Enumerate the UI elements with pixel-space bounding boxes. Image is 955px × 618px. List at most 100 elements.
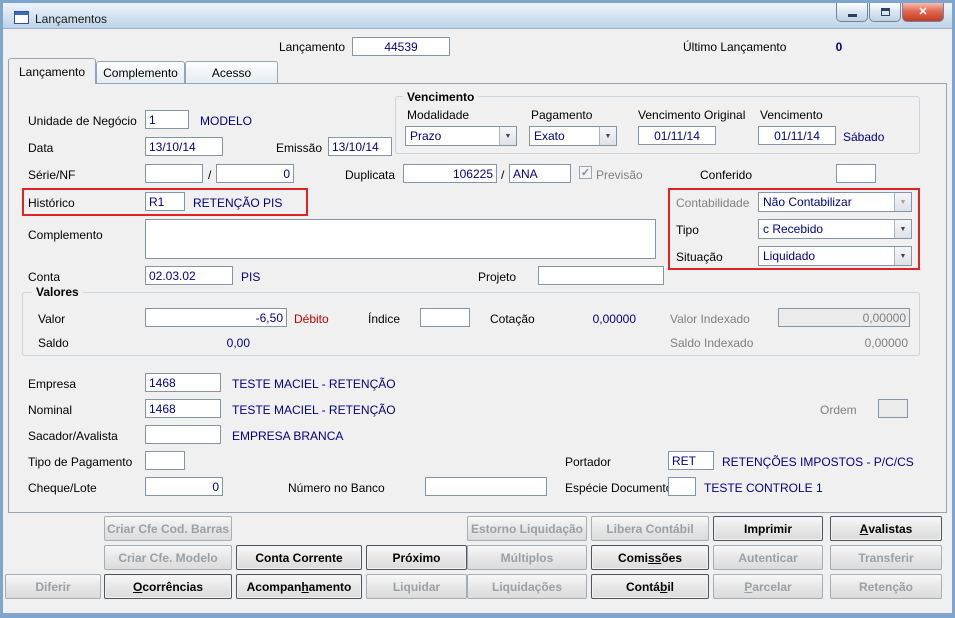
chevron-down-icon[interactable]: ▼: [499, 127, 516, 145]
unidade-negocio-input[interactable]: [145, 110, 189, 129]
vencimento-original-label: Vencimento Original: [638, 108, 746, 122]
button-transferir: Transferir: [830, 545, 942, 570]
saldo-label: Saldo: [38, 336, 69, 350]
cotacao-label: Cotação: [490, 312, 535, 326]
especie-documento-input[interactable]: [668, 477, 696, 496]
sacador-avalista-input[interactable]: [145, 425, 221, 444]
numero-banco-input[interactable]: [425, 477, 547, 496]
duplicata-suffix-input[interactable]: [509, 164, 571, 183]
portador-input[interactable]: [668, 451, 714, 470]
saldo-indexado-value: 0,00000: [864, 336, 908, 350]
valor-label: Valor: [38, 312, 66, 326]
tab-lancamento[interactable]: Lançamento: [8, 58, 96, 84]
button-acompanhamento[interactable]: Acompan h amento: [236, 574, 362, 599]
button-imprimir[interactable]: Imprimir: [713, 516, 823, 541]
chevron-down-icon[interactable]: ▼: [894, 247, 911, 265]
tipo-label: Tipo: [676, 223, 699, 237]
cotacao-value: 0,00000: [592, 312, 636, 326]
modalidade-select[interactable]: Prazo ▼: [405, 126, 517, 146]
nominal-desc: TESTE MACIEL - RETENÇÃO: [232, 403, 396, 417]
contabilidade-select: Não Contabilizar ▼: [758, 192, 912, 212]
serie-nf-separator: /: [208, 168, 212, 182]
historico-label: Histórico: [28, 196, 75, 210]
serie-nf-input[interactable]: [145, 164, 203, 183]
titlebar: Lançamentos: [3, 3, 952, 29]
vencimento-weekday: Sábado: [843, 130, 885, 144]
button-proximo[interactable]: Próximo: [366, 545, 467, 570]
sacador-avalista-desc: EMPRESA BRANCA: [232, 429, 344, 443]
vencimento-label: Vencimento: [760, 108, 823, 122]
nominal-input[interactable]: [145, 399, 221, 418]
chevron-down-icon[interactable]: ▼: [599, 127, 616, 145]
button-libera-contabil: Libera Contábil: [591, 516, 709, 541]
ultimo-lancamento-label: Último Lançamento: [683, 40, 787, 54]
historico-input[interactable]: [145, 192, 185, 211]
projeto-label: Projeto: [478, 270, 517, 284]
pagamento-label: Pagamento: [531, 108, 593, 122]
minimize-button[interactable]: [836, 3, 868, 22]
numero-banco-label: Número no Banco: [288, 481, 385, 495]
contabilidade-label: Contabilidade: [676, 196, 750, 210]
button-retencao: Retenção: [830, 574, 942, 599]
valor-input[interactable]: [145, 308, 287, 327]
conta-input[interactable]: [145, 266, 233, 285]
close-button[interactable]: ✕: [902, 3, 944, 22]
valor-indexado-label: Valor Indexado: [670, 312, 750, 326]
button-avalistas[interactable]: Avalistas: [830, 516, 942, 541]
window-title: Lançamentos: [35, 12, 108, 26]
nominal-label: Nominal: [28, 403, 73, 417]
situacao-select[interactable]: Liquidado ▼: [758, 246, 912, 266]
maximize-icon: [880, 8, 890, 16]
empresa-input[interactable]: [145, 373, 221, 392]
saldo-value: 0,00: [226, 336, 250, 350]
sacador-avalista-label: Sacador/Avalista: [28, 429, 118, 443]
data-input[interactable]: [145, 137, 223, 156]
button-liquidacoes: Liquidações: [467, 574, 587, 599]
contabilidade-value: Não Contabilizar: [763, 195, 852, 209]
conferido-label: Conferido: [700, 168, 753, 182]
indice-input[interactable]: [420, 308, 470, 327]
button-conta-corrente[interactable]: Conta Corrente: [236, 545, 362, 570]
ordem-input: [878, 399, 908, 418]
projeto-input[interactable]: [538, 266, 664, 285]
lancamento-number-input[interactable]: [352, 37, 450, 56]
unidade-negocio-desc: MODELO: [200, 114, 253, 128]
chevron-down-icon: ▼: [894, 193, 911, 211]
pagamento-value: Exato: [534, 129, 565, 143]
button-liquidar: Liquidar: [366, 574, 467, 599]
serie-nf-label: Série/NF: [28, 168, 76, 182]
maximize-button[interactable]: [869, 3, 901, 22]
window: Lançamentos ✕ Lançamento Último Lançamen…: [0, 0, 955, 618]
cheque-lote-label: Cheque/Lote: [28, 481, 97, 495]
complemento-textarea[interactable]: [145, 219, 656, 259]
vencimento-group-title: Vencimento: [403, 90, 479, 104]
tipo-select[interactable]: c Recebido ▼: [758, 219, 912, 239]
tab-complemento[interactable]: Complemento: [96, 61, 185, 84]
duplicata-label: Duplicata: [345, 168, 396, 182]
saldo-indexado-label: Saldo Indexado: [670, 336, 754, 350]
minimize-icon: [847, 14, 857, 17]
conferido-input[interactable]: [836, 164, 876, 183]
duplicata-separator: /: [501, 168, 505, 182]
button-ocorrencias[interactable]: Ocorrências: [104, 574, 232, 599]
previsao-checkbox: ✓: [579, 166, 592, 179]
tab-acesso[interactable]: Acesso: [185, 61, 278, 84]
unidade-negocio-label: Unidade de Negócio: [28, 114, 137, 128]
button-autenticar: Autenticar: [713, 545, 823, 570]
cheque-lote-input[interactable]: [145, 477, 223, 496]
valores-group-title: Valores: [32, 285, 83, 299]
tipo-pagamento-input[interactable]: [145, 451, 185, 470]
pagamento-select[interactable]: Exato ▼: [529, 126, 617, 146]
chevron-down-icon[interactable]: ▼: [894, 220, 911, 238]
button-contabil[interactable]: Contá b il: [591, 574, 709, 599]
modalidade-label: Modalidade: [407, 108, 470, 122]
vencimento-input[interactable]: [758, 126, 836, 145]
situacao-label: Situação: [676, 250, 723, 264]
duplicata-input[interactable]: [403, 164, 497, 183]
vencimento-original-input[interactable]: [638, 126, 716, 145]
serie-nf-number-input[interactable]: [216, 164, 294, 183]
button-multiplos: Múltiplos: [467, 545, 587, 570]
button-comissoes[interactable]: Comi ss ões: [591, 545, 709, 570]
app-icon: [14, 11, 29, 24]
emissao-input[interactable]: [328, 137, 392, 156]
